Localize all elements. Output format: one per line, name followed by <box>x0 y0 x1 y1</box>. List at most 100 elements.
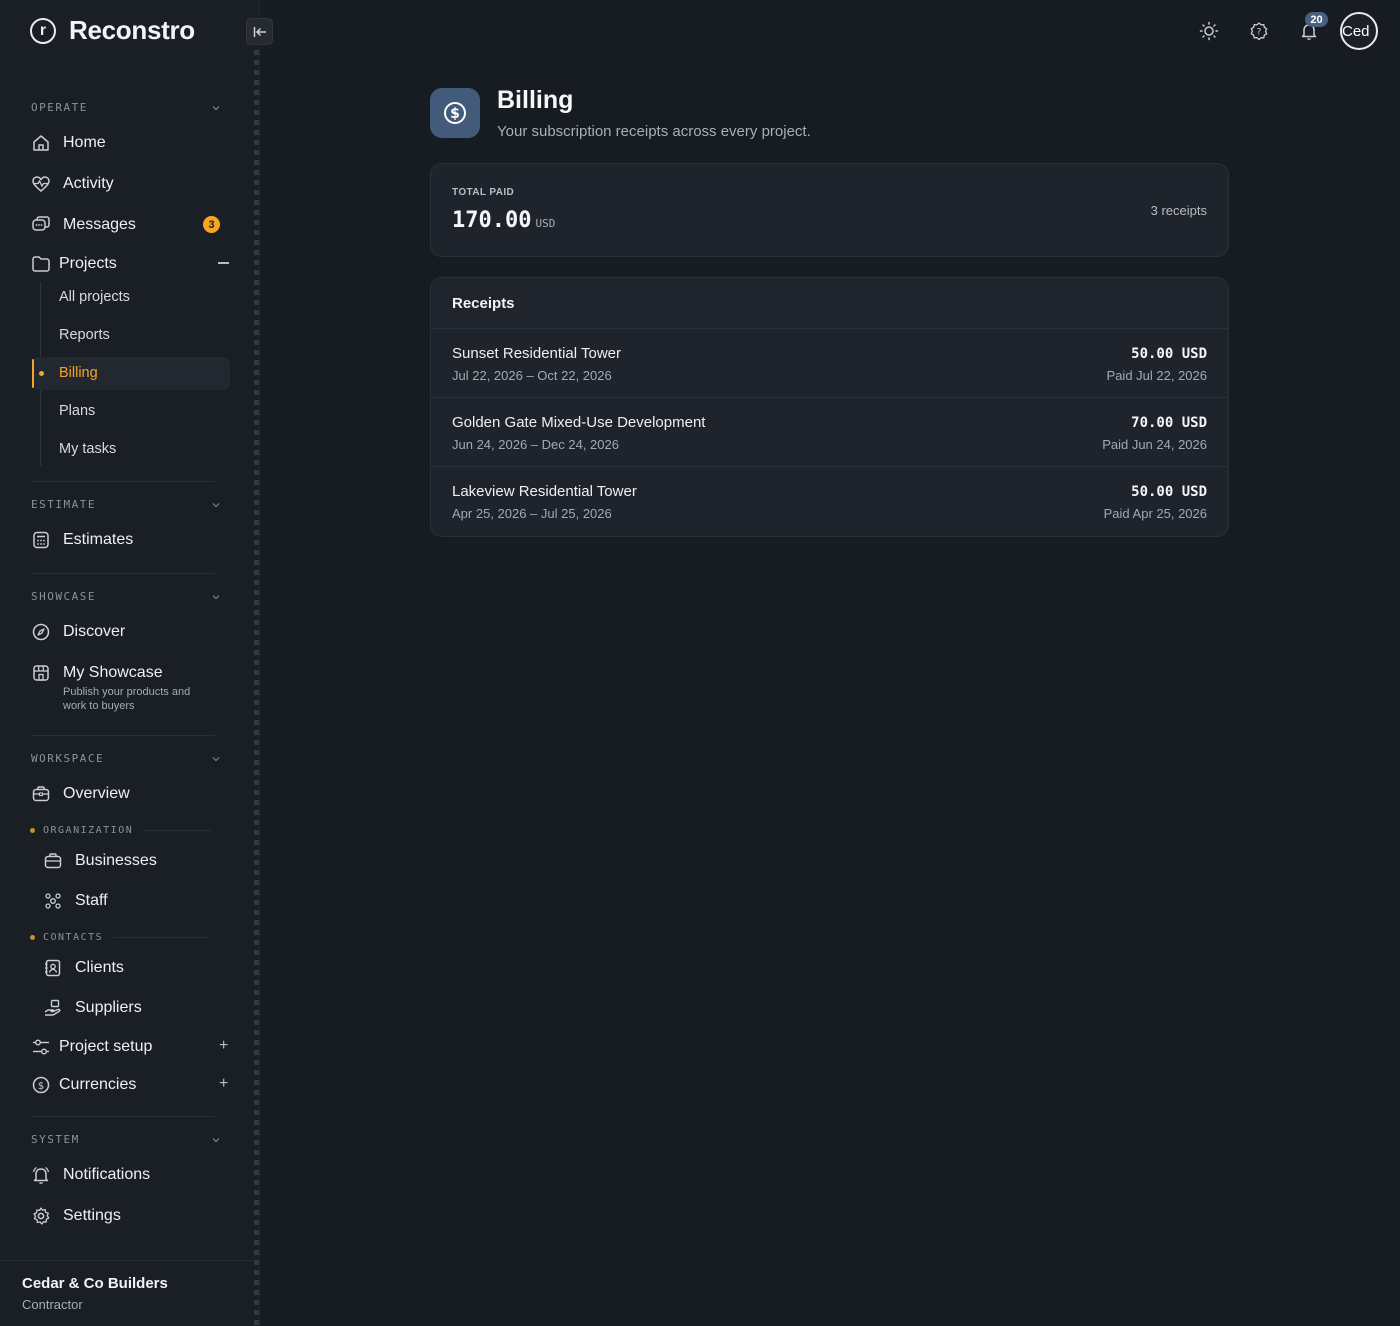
nav-staff[interactable]: Staff <box>42 886 108 916</box>
nav-suppliers-label: Suppliers <box>75 999 142 1016</box>
receipt-period: Apr 25, 2026 – Jul 25, 2026 <box>452 506 612 521</box>
nav-home-label: Home <box>63 134 106 151</box>
total-paid-currency: USD <box>535 217 556 230</box>
subsection-contacts: CONTACTS <box>30 932 210 943</box>
home-icon <box>30 132 52 154</box>
nav-discover[interactable]: Discover <box>30 617 125 647</box>
expand-currencies-icon[interactable]: + <box>219 1075 228 1093</box>
nav-activity-label: Activity <box>63 175 114 192</box>
subsection-line <box>113 937 210 938</box>
chevron-down-icon[interactable] <box>211 103 221 113</box>
receipt-period: Jun 24, 2026 – Dec 24, 2026 <box>452 437 619 452</box>
divider <box>31 481 215 482</box>
nav-estimates-label: Estimates <box>63 531 134 548</box>
nav-activity[interactable]: Activity <box>30 169 114 199</box>
nav-settings-label: Settings <box>63 1207 121 1224</box>
section-label-operate[interactable]: OPERATE <box>31 101 88 114</box>
divider <box>31 1116 215 1117</box>
section-label-showcase[interactable]: SHOWCASE <box>31 590 96 603</box>
chevron-down-icon[interactable] <box>211 1135 221 1145</box>
receipt-paid-date: Paid Jul 22, 2026 <box>1106 368 1207 383</box>
receipt-project: Lakeview Residential Tower <box>452 483 637 500</box>
chevron-down-icon[interactable] <box>211 500 221 510</box>
nav-notifications-label: Notifications <box>63 1166 151 1183</box>
page-title: Billing <box>497 86 574 114</box>
storefront-icon <box>30 662 52 684</box>
subsection-organization: ORGANIZATION <box>30 825 212 836</box>
chevron-down-icon[interactable] <box>211 592 221 602</box>
nav-currencies[interactable]: $ Currencies <box>30 1070 136 1100</box>
nav-project-setup[interactable]: Project setup <box>30 1032 152 1062</box>
brand-logo-icon: r <box>30 17 56 44</box>
nav-my-showcase[interactable]: My Showcase <box>30 658 163 688</box>
my-showcase-description: Publish your products and work to buyers <box>63 686 191 712</box>
hand-package-icon <box>42 997 64 1019</box>
receipt-amount: 50.00 USD <box>1131 346 1207 362</box>
nav-estimates[interactable]: Estimates <box>30 525 133 555</box>
sliders-icon <box>30 1036 52 1058</box>
subsection-dot <box>30 828 35 833</box>
nav-businesses[interactable]: Businesses <box>42 846 157 876</box>
svg-text:?: ? <box>1257 28 1262 38</box>
user-avatar[interactable]: Ced <box>1340 12 1378 50</box>
nav-my-showcase-label: My Showcase <box>63 664 163 681</box>
nav-project-setup-label: Project setup <box>59 1038 153 1055</box>
collapse-sidebar-button[interactable] <box>246 18 273 45</box>
receipt-row[interactable]: Golden Gate Mixed-Use Development Jun 24… <box>431 398 1228 467</box>
active-indicator <box>32 359 34 388</box>
receipt-paid-date: Paid Jun 24, 2026 <box>1102 437 1207 452</box>
nav-currencies-label: Currencies <box>59 1076 137 1093</box>
organization-name[interactable]: Cedar & Co Builders <box>22 1275 168 1292</box>
nav-discover-label: Discover <box>63 623 126 640</box>
nav-suppliers[interactable]: Suppliers <box>42 993 142 1023</box>
nav-my-tasks[interactable]: My tasks <box>59 441 116 457</box>
nav-reports[interactable]: Reports <box>59 327 110 343</box>
brand[interactable]: r Reconstro <box>30 15 195 46</box>
active-dot <box>39 371 44 376</box>
billing-page-icon: $ <box>430 88 480 138</box>
nav-overview[interactable]: Overview <box>30 779 130 809</box>
chat-bubbles-icon <box>30 214 52 236</box>
nav-messages-label: Messages <box>63 216 136 233</box>
divider <box>31 735 215 736</box>
total-paid-value: 170.00 <box>452 208 532 233</box>
svg-text:$: $ <box>38 1081 44 1092</box>
svg-text:$: $ <box>450 106 460 122</box>
theme-toggle-button[interactable] <box>1198 20 1220 42</box>
section-label-estimate[interactable]: ESTIMATE <box>31 498 96 511</box>
nav-projects[interactable]: Projects <box>30 249 117 279</box>
sidebar: r Reconstro OPERATE Home Activity Messag… <box>0 0 273 1326</box>
expand-project-setup-icon[interactable]: + <box>219 1037 228 1055</box>
receipt-amount: 50.00 USD <box>1131 484 1207 500</box>
receipt-count: 3 receipts <box>1150 203 1207 218</box>
subsection-contacts-label: CONTACTS <box>43 932 104 943</box>
subsection-dot <box>30 935 35 940</box>
nav-plans[interactable]: Plans <box>59 403 95 419</box>
contact-card-icon <box>42 957 64 979</box>
page-subtitle: Your subscription receipts across every … <box>497 123 811 140</box>
nav-settings[interactable]: Settings <box>30 1201 121 1231</box>
dollar-circle-icon: $ <box>444 102 466 124</box>
nav-home[interactable]: Home <box>30 128 106 158</box>
divider <box>31 573 215 574</box>
nav-billing[interactable]: Billing <box>59 365 98 381</box>
organization-role: Contractor <box>22 1297 83 1312</box>
help-button[interactable]: ? <box>1248 20 1270 42</box>
chevron-down-icon[interactable] <box>211 754 221 764</box>
receipt-row[interactable]: Sunset Residential Tower Jul 22, 2026 – … <box>431 329 1228 398</box>
sidebar-resize-handle[interactable] <box>254 50 259 1326</box>
collapse-left-icon <box>253 26 266 37</box>
brand-name: Reconstro <box>69 15 195 45</box>
collapse-projects-icon[interactable] <box>218 262 229 264</box>
team-icon <box>42 890 64 912</box>
nav-clients[interactable]: Clients <box>42 953 124 983</box>
section-label-workspace[interactable]: WORKSPACE <box>31 752 104 765</box>
receipt-row[interactable]: Lakeview Residential Tower Apr 25, 2026 … <box>431 467 1228 536</box>
nav-notifications[interactable]: Notifications <box>30 1160 150 1190</box>
dollar-circle-icon: $ <box>30 1074 52 1096</box>
receipt-paid-date: Paid Apr 25, 2026 <box>1103 506 1207 521</box>
nav-all-projects[interactable]: All projects <box>59 289 130 305</box>
nav-messages[interactable]: Messages <box>30 210 136 240</box>
briefcase-icon <box>30 783 52 805</box>
section-label-system[interactable]: SYSTEM <box>31 1133 80 1146</box>
